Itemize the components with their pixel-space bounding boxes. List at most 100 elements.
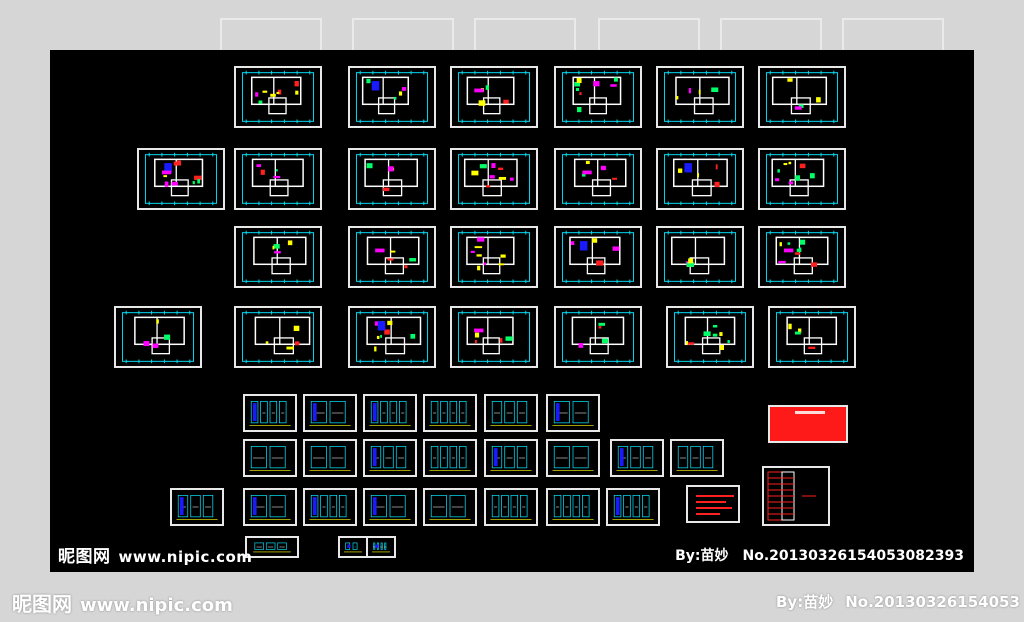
floor-plan-icon bbox=[775, 310, 849, 364]
elevation-drawing-icon bbox=[429, 401, 471, 426]
elevation-sheet[interactable] bbox=[606, 488, 660, 526]
floor-plan-sheet[interactable] bbox=[656, 148, 744, 210]
floor-plan-icon bbox=[561, 152, 635, 206]
floor-plan-icon bbox=[457, 230, 531, 284]
elevation-drawing-icon bbox=[249, 495, 291, 520]
floor-plan-icon bbox=[663, 70, 737, 124]
outer-watermark-number: No.20130326154053 bbox=[845, 593, 1020, 611]
background-thumbnail bbox=[352, 18, 454, 52]
floor-plan-sheet[interactable] bbox=[758, 66, 846, 128]
schedule-table-sheet[interactable] bbox=[762, 466, 830, 526]
floor-plan-sheet[interactable] bbox=[758, 226, 846, 288]
floor-plan-icon bbox=[561, 70, 635, 124]
elevation-sheet[interactable] bbox=[366, 536, 396, 558]
watermark-site-url: www.nipic.com bbox=[118, 548, 253, 566]
floor-plan-sheet[interactable] bbox=[137, 148, 225, 210]
floor-plan-sheet[interactable] bbox=[114, 306, 202, 368]
watermark-number: No.20130326154053082393 bbox=[742, 548, 964, 564]
floor-plan-sheet[interactable] bbox=[758, 148, 846, 210]
elevation-drawing-icon bbox=[249, 401, 291, 426]
elevation-sheet[interactable] bbox=[546, 439, 600, 477]
floor-plan-sheet[interactable] bbox=[554, 306, 642, 368]
floor-plan-icon bbox=[765, 152, 839, 206]
elevation-sheet[interactable] bbox=[484, 439, 538, 477]
elevation-sheet[interactable] bbox=[243, 439, 297, 477]
floor-plan-icon bbox=[765, 70, 839, 124]
elevation-sheet[interactable] bbox=[546, 488, 600, 526]
floor-plan-sheet[interactable] bbox=[234, 148, 322, 210]
elevation-sheet[interactable] bbox=[363, 488, 417, 526]
background-thumbnail-row bbox=[0, 18, 1024, 52]
schedule-table-icon bbox=[767, 471, 816, 521]
elevation-drawing-icon bbox=[249, 446, 291, 471]
elevation-sheet[interactable] bbox=[423, 439, 477, 477]
floor-plan-icon bbox=[355, 230, 429, 284]
elevation-sheet[interactable] bbox=[670, 439, 724, 477]
floor-plan-sheet[interactable] bbox=[656, 66, 744, 128]
floor-plan-sheet[interactable] bbox=[450, 306, 538, 368]
elevation-sheet[interactable] bbox=[303, 488, 357, 526]
elevation-sheet[interactable] bbox=[303, 394, 357, 432]
legend-sheet[interactable] bbox=[768, 405, 848, 443]
elevation-sheet[interactable] bbox=[363, 439, 417, 477]
floor-plan-icon bbox=[457, 152, 531, 206]
floor-plan-sheet[interactable] bbox=[234, 306, 322, 368]
floor-plan-sheet[interactable] bbox=[554, 226, 642, 288]
floor-plan-sheet[interactable] bbox=[348, 306, 436, 368]
floor-plan-icon bbox=[355, 310, 429, 364]
floor-plan-sheet[interactable] bbox=[656, 226, 744, 288]
floor-plan-sheet[interactable] bbox=[348, 226, 436, 288]
elevation-sheet[interactable] bbox=[363, 394, 417, 432]
floor-plan-sheet[interactable] bbox=[234, 66, 322, 128]
elevation-drawing-icon bbox=[309, 446, 351, 471]
elevation-sheet[interactable] bbox=[610, 439, 664, 477]
floor-plan-icon bbox=[355, 70, 429, 124]
elevation-drawing-icon bbox=[309, 495, 351, 520]
elevation-sheet[interactable] bbox=[546, 394, 600, 432]
elevation-sheet[interactable] bbox=[243, 394, 297, 432]
elevation-sheet[interactable] bbox=[303, 439, 357, 477]
floor-plan-sheet[interactable] bbox=[450, 66, 538, 128]
floor-plan-sheet[interactable] bbox=[234, 226, 322, 288]
floor-plan-sheet[interactable] bbox=[554, 148, 642, 210]
floor-plan-icon bbox=[241, 310, 315, 364]
floor-plan-sheet[interactable] bbox=[450, 148, 538, 210]
floor-plan-icon bbox=[765, 230, 839, 284]
floor-plan-sheet[interactable] bbox=[768, 306, 856, 368]
floor-plan-sheet[interactable] bbox=[348, 148, 436, 210]
elevation-sheet[interactable] bbox=[245, 536, 299, 558]
elevation-sheet[interactable] bbox=[243, 488, 297, 526]
elevation-drawing-icon bbox=[309, 401, 351, 426]
floor-plan-sheet[interactable] bbox=[348, 66, 436, 128]
floor-plan-icon bbox=[457, 70, 531, 124]
elevation-drawing-icon bbox=[612, 495, 654, 520]
background-thumbnail bbox=[598, 18, 700, 52]
elevation-drawing-icon bbox=[344, 542, 362, 553]
background-thumbnail bbox=[220, 18, 322, 52]
elevation-sheet[interactable] bbox=[484, 488, 538, 526]
elevation-drawing-icon bbox=[490, 495, 532, 520]
notes-sheet[interactable] bbox=[686, 485, 740, 523]
floor-plan-icon bbox=[673, 310, 747, 364]
outer-watermark-site-name: 昵图网 bbox=[12, 592, 72, 616]
floor-plan-icon bbox=[561, 230, 635, 284]
outer-watermark-author-name: By:苗妙 bbox=[776, 593, 834, 611]
floor-plan-icon bbox=[241, 152, 315, 206]
background-thumbnail bbox=[720, 18, 822, 52]
floor-plan-sheet[interactable] bbox=[666, 306, 754, 368]
elevation-sheet[interactable] bbox=[338, 536, 368, 558]
floor-plan-icon bbox=[355, 152, 429, 206]
elevation-drawing-icon bbox=[253, 542, 291, 553]
floor-plan-sheet[interactable] bbox=[450, 226, 538, 288]
elevation-sheet[interactable] bbox=[484, 394, 538, 432]
elevation-sheet[interactable] bbox=[170, 488, 224, 526]
elevation-drawing-icon bbox=[429, 495, 471, 520]
elevation-drawing-icon bbox=[616, 446, 658, 471]
floor-plan-sheet[interactable] bbox=[554, 66, 642, 128]
elevation-sheet[interactable] bbox=[423, 394, 477, 432]
outer-watermark-site: 昵图网 www.nipic.com bbox=[12, 588, 233, 617]
floor-plan-icon bbox=[121, 310, 195, 364]
elevation-sheet[interactable] bbox=[423, 488, 477, 526]
canvas-watermark-author: By:苗妙 No.20130326154053082393 bbox=[675, 545, 964, 565]
elevation-drawing-icon bbox=[552, 495, 594, 520]
